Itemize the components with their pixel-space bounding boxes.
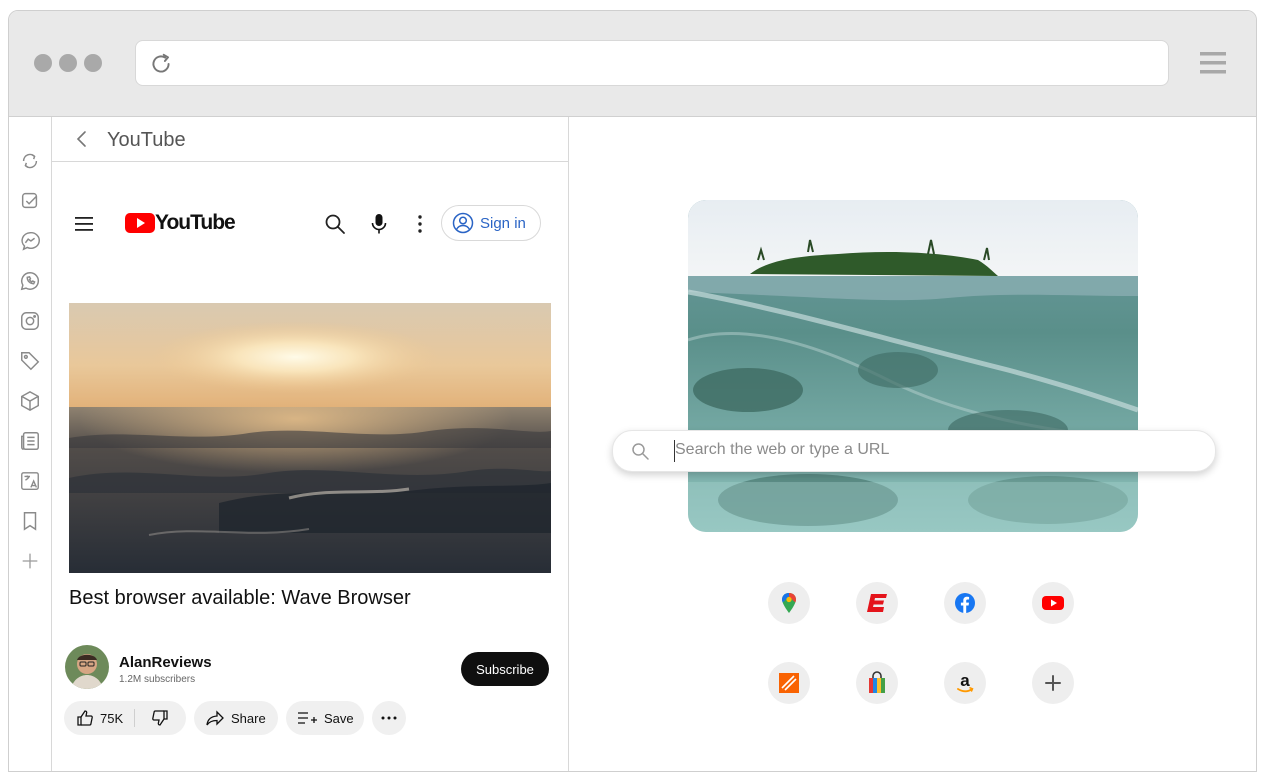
messenger-icon[interactable] [19,230,41,252]
like-count: 75K [100,710,124,726]
facebook-icon [955,593,975,613]
youtube-icon [1042,596,1064,610]
shortcut-espn[interactable] [856,582,898,624]
whatsapp-icon[interactable] [19,270,41,292]
shortcut-google-maps[interactable] [768,582,810,624]
sign-in-button[interactable]: Sign in [441,205,541,241]
window-dot[interactable] [34,54,52,72]
shortcut-youtube[interactable] [1032,582,1074,624]
video-title[interactable]: Best browser available: Wave Browser [69,587,411,610]
dislike-button[interactable] [136,701,184,735]
checklist-icon[interactable] [19,190,41,212]
save-label: Save [324,710,354,726]
sync-icon[interactable] [19,150,41,172]
shortcut-shopping[interactable] [856,662,898,704]
news-icon[interactable] [19,430,41,452]
search-placeholder: Search the web or type a URL [675,441,890,458]
espn-icon [867,594,887,612]
side-panel-header: YouTube [52,117,568,162]
window-dot[interactable] [59,54,77,72]
save-button[interactable]: Save [286,701,364,735]
youtube-logo-icon[interactable] [125,211,159,235]
ocean-reef-image [688,200,1138,532]
thumbs-up-icon [77,710,93,726]
video-thumbnail[interactable] [69,303,551,573]
shortcut-facebook[interactable] [944,582,986,624]
subscribe-button[interactable]: Subscribe [461,652,549,686]
menu-icon[interactable] [74,213,96,235]
instagram-icon[interactable] [19,310,41,332]
search-icon [632,443,649,460]
add-icon[interactable] [19,550,41,572]
hero-image [688,200,1138,532]
youtube-header: YouTube Sign in [52,197,568,253]
home-depot-icon [779,673,799,693]
add-shortcut-button[interactable] [1032,662,1074,704]
svg-text:a: a [960,672,970,690]
box-icon[interactable] [19,390,41,412]
bookmark-icon[interactable] [19,510,41,532]
youtube-logo-text[interactable]: YouTube [155,211,236,235]
account-icon [452,212,474,234]
side-panel-title: YouTube [107,129,186,151]
new-tab-search-input[interactable]: Search the web or type a URL [612,430,1216,472]
sidebar-rail [9,117,52,771]
add-to-playlist-icon [298,712,317,724]
browser-toolbar [9,11,1256,117]
more-actions-button[interactable] [372,701,406,735]
browser-window: YouTube YouTube Sign in Best browser ava… [8,10,1257,772]
translate-icon[interactable] [19,470,41,492]
share-label: Share [231,710,266,726]
like-divider [134,709,135,727]
side-panel: YouTube YouTube Sign in Best browser ava… [52,117,569,771]
sunset-sea-image [69,303,551,573]
share-icon [206,710,224,726]
shortcut-amazon[interactable]: a [944,662,986,704]
add-shortcut-icon [1045,675,1061,691]
hamburger-menu-icon[interactable] [1199,49,1227,77]
more-horizontal-icon [381,716,397,720]
share-button[interactable]: Share [194,701,278,735]
shortcut-home-depot[interactable] [768,662,810,704]
google-maps-icon [782,593,796,613]
sign-in-label: Sign in [480,214,526,232]
amazon-icon: a [957,672,974,693]
channel-name[interactable]: AlanReviews [119,654,212,671]
channel-avatar-image [65,645,109,689]
microphone-icon[interactable] [368,212,390,236]
reload-icon[interactable] [148,51,174,77]
avatar[interactable] [65,645,109,689]
back-arrow-icon[interactable] [74,130,90,148]
like-dislike-group: 75K [64,701,186,735]
window-dot[interactable] [84,54,102,72]
more-options-icon[interactable] [410,213,430,235]
window-controls [34,54,102,72]
tag-icon[interactable] [19,350,41,372]
new-tab-page: Search the web or type a URL a [569,117,1256,771]
subscriber-count: 1.2M subscribers [119,674,196,685]
address-bar[interactable] [135,40,1169,86]
like-button[interactable]: 75K [64,701,134,735]
shopping-bag-icon [869,671,885,693]
thumbs-down-icon [152,710,168,726]
search-icon[interactable] [324,213,346,235]
